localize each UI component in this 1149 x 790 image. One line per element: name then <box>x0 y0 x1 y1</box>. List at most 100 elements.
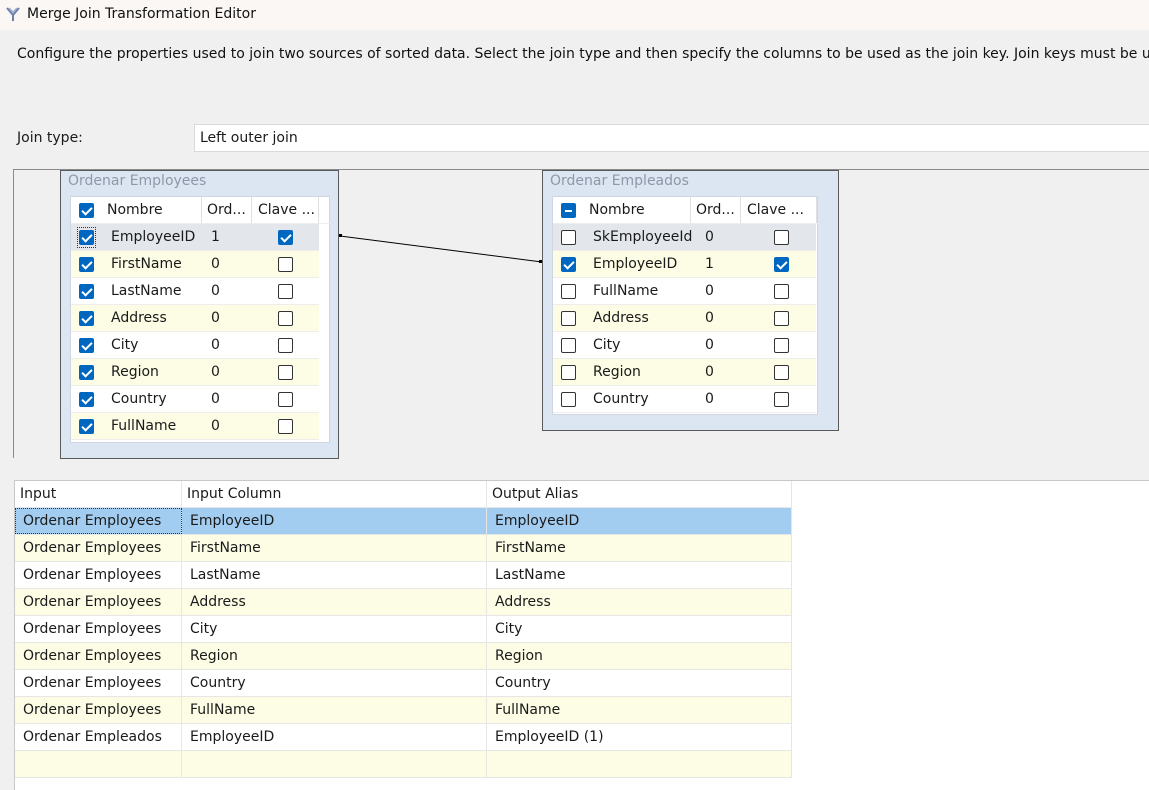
left_table-row-checkbox[interactable] <box>79 365 94 380</box>
left_table-row-checkbox[interactable] <box>79 311 94 326</box>
output-input-column-cell[interactable]: FullName <box>182 697 487 723</box>
left_table-row[interactable]: Address 0 <box>71 305 319 332</box>
left_table-row-checkbox[interactable] <box>79 284 94 299</box>
output-row[interactable]: Ordenar Employees Country Country <box>15 670 792 697</box>
output-row[interactable] <box>15 751 792 778</box>
left_table-column-name: Country <box>111 391 167 407</box>
output-alias-cell[interactable]: EmployeeID (1) <box>487 724 792 750</box>
right_table-row[interactable]: EmployeeID 1 <box>553 251 816 278</box>
output-input-column-cell[interactable]: EmployeeID <box>182 508 487 534</box>
left_table-sort-order: 0 <box>211 310 220 326</box>
right_table-row[interactable]: Country 0 <box>553 386 816 413</box>
right_table-row-checkbox[interactable] <box>561 338 576 353</box>
right_table-join-key-checkbox[interactable] <box>774 284 789 299</box>
output-alias-cell[interactable]: Address <box>487 589 792 615</box>
left_table-join-key-checkbox[interactable] <box>278 284 293 299</box>
left_table-join-key-checkbox[interactable] <box>278 392 293 407</box>
right_table-row[interactable]: City 0 <box>553 332 816 359</box>
output-column-header[interactable]: Output Alias <box>487 481 792 507</box>
left_table-select-all-checkbox[interactable] <box>79 203 94 218</box>
right-input-table[interactable]: Ordenar Empleados Nombre Ord... Clave ... S… <box>542 170 839 431</box>
output-row[interactable]: Ordenar Employees FirstName FirstName <box>15 535 792 562</box>
title-bar: Merge Join Transformation Editor <box>0 0 1149 30</box>
right_table-join-key-checkbox[interactable] <box>774 311 789 326</box>
left_table-column-name: FullName <box>111 418 177 434</box>
output-input-column-cell[interactable]: EmployeeID <box>182 724 487 750</box>
output-input-column-cell[interactable]: Address <box>182 589 487 615</box>
right_table-row-checkbox[interactable] <box>561 311 576 326</box>
right_table-row-checkbox[interactable] <box>561 392 576 407</box>
right_table-column-header[interactable]: Clave ... <box>742 197 817 223</box>
right_table-row[interactable]: FullName 0 <box>553 278 816 305</box>
right_table-row-checkbox[interactable] <box>561 284 576 299</box>
right_table-row[interactable]: SkEmployeeId 0 <box>553 224 816 251</box>
join-type-select[interactable]: Left outer join <box>194 124 1149 152</box>
left_table-column-header[interactable]: Ord... <box>202 197 252 223</box>
output-column-header[interactable]: Input Column <box>182 481 487 507</box>
output-column-header[interactable]: Input <box>15 481 182 507</box>
output-alias-cell[interactable]: FirstName <box>487 535 792 561</box>
left_table-join-key-checkbox[interactable] <box>278 419 293 434</box>
output-input-column-cell[interactable]: LastName <box>182 562 487 588</box>
output-row[interactable]: Ordenar Employees Region Region <box>15 643 792 670</box>
output-row[interactable]: Ordenar Empleados EmployeeID EmployeeID (1… <box>15 724 792 751</box>
left_table-row[interactable]: Region 0 <box>71 359 319 386</box>
right_table-row-checkbox[interactable] <box>561 365 576 380</box>
right_table-column-name: FullName <box>593 283 659 299</box>
output-alias-cell[interactable] <box>487 751 792 777</box>
left_table-row[interactable]: LastName 0 <box>71 278 319 305</box>
right_table-row[interactable]: Region 0 <box>553 359 816 386</box>
left_table-join-key-checkbox[interactable] <box>278 338 293 353</box>
right_table-row[interactable]: Address 0 <box>553 305 816 332</box>
left_table-join-key-checkbox[interactable] <box>278 311 293 326</box>
left_table-row[interactable]: FullName 0 <box>71 413 319 440</box>
left_table-row[interactable]: Country 0 <box>71 386 319 413</box>
left_table-row-checkbox[interactable] <box>79 257 94 272</box>
right_table-column-name: EmployeeID <box>593 256 678 272</box>
left_table-row-checkbox[interactable] <box>79 419 94 434</box>
output-input-column-cell[interactable]: Country <box>182 670 487 696</box>
output-row[interactable]: Ordenar Employees FullName FullName <box>15 697 792 724</box>
output-input-cell: Ordenar Employees <box>15 670 182 696</box>
right_table-join-key-checkbox[interactable] <box>774 338 789 353</box>
output-input-column-cell[interactable]: City <box>182 616 487 642</box>
left_table-column-header[interactable]: Nombre <box>102 197 202 223</box>
output-row[interactable]: Ordenar Employees Address Address <box>15 589 792 616</box>
right_table-column-header[interactable]: Nombre <box>584 197 691 223</box>
output-input-column-cell[interactable] <box>182 751 487 777</box>
output-alias-cell[interactable]: Region <box>487 643 792 669</box>
output-input-column-cell[interactable]: Region <box>182 643 487 669</box>
output-alias-cell[interactable]: FullName <box>487 697 792 723</box>
left_table-join-key-checkbox[interactable] <box>278 230 293 245</box>
right_table-row-checkbox[interactable] <box>561 257 576 272</box>
right_table-column-name: Address <box>593 310 649 326</box>
join-type-value: Left outer join <box>200 130 298 146</box>
output-alias-cell[interactable]: EmployeeID <box>487 508 792 534</box>
left_table-join-key-checkbox[interactable] <box>278 257 293 272</box>
right_table-column-header[interactable]: Ord... <box>691 197 741 223</box>
left_table-column-name: City <box>111 337 139 353</box>
right_table-row-checkbox[interactable] <box>561 230 576 245</box>
right_table-join-key-checkbox[interactable] <box>774 365 789 380</box>
left_table-row-checkbox[interactable] <box>79 392 94 407</box>
output-alias-cell[interactable]: LastName <box>487 562 792 588</box>
right_table-join-key-checkbox[interactable] <box>774 257 789 272</box>
left_table-join-key-checkbox[interactable] <box>278 365 293 380</box>
output-row[interactable]: Ordenar Employees LastName LastName <box>15 562 792 589</box>
left_table-row[interactable]: FirstName 0 <box>71 251 319 278</box>
output-row[interactable]: Ordenar Employees EmployeeID EmployeeID <box>15 508 792 535</box>
merge-join-icon <box>6 7 20 21</box>
right_table-join-key-checkbox[interactable] <box>774 230 789 245</box>
output-alias-cell[interactable]: City <box>487 616 792 642</box>
right_table-join-key-checkbox[interactable] <box>774 392 789 407</box>
output-alias-cell[interactable]: Country <box>487 670 792 696</box>
left_table-column-header[interactable]: Clave ... <box>253 197 319 223</box>
right_table-select-all-checkbox[interactable] <box>561 203 576 218</box>
left_table-focus-indicator <box>77 227 96 248</box>
left_table-row-checkbox[interactable] <box>79 338 94 353</box>
left_table-row[interactable]: City 0 <box>71 332 319 359</box>
output-row[interactable]: Ordenar Employees City City <box>15 616 792 643</box>
output-input-column-cell[interactable]: FirstName <box>182 535 487 561</box>
left-input-table[interactable]: Ordenar Employees Nombre Ord... Clave ... E… <box>60 170 339 459</box>
left_table-row[interactable]: EmployeeID 1 <box>71 224 319 251</box>
